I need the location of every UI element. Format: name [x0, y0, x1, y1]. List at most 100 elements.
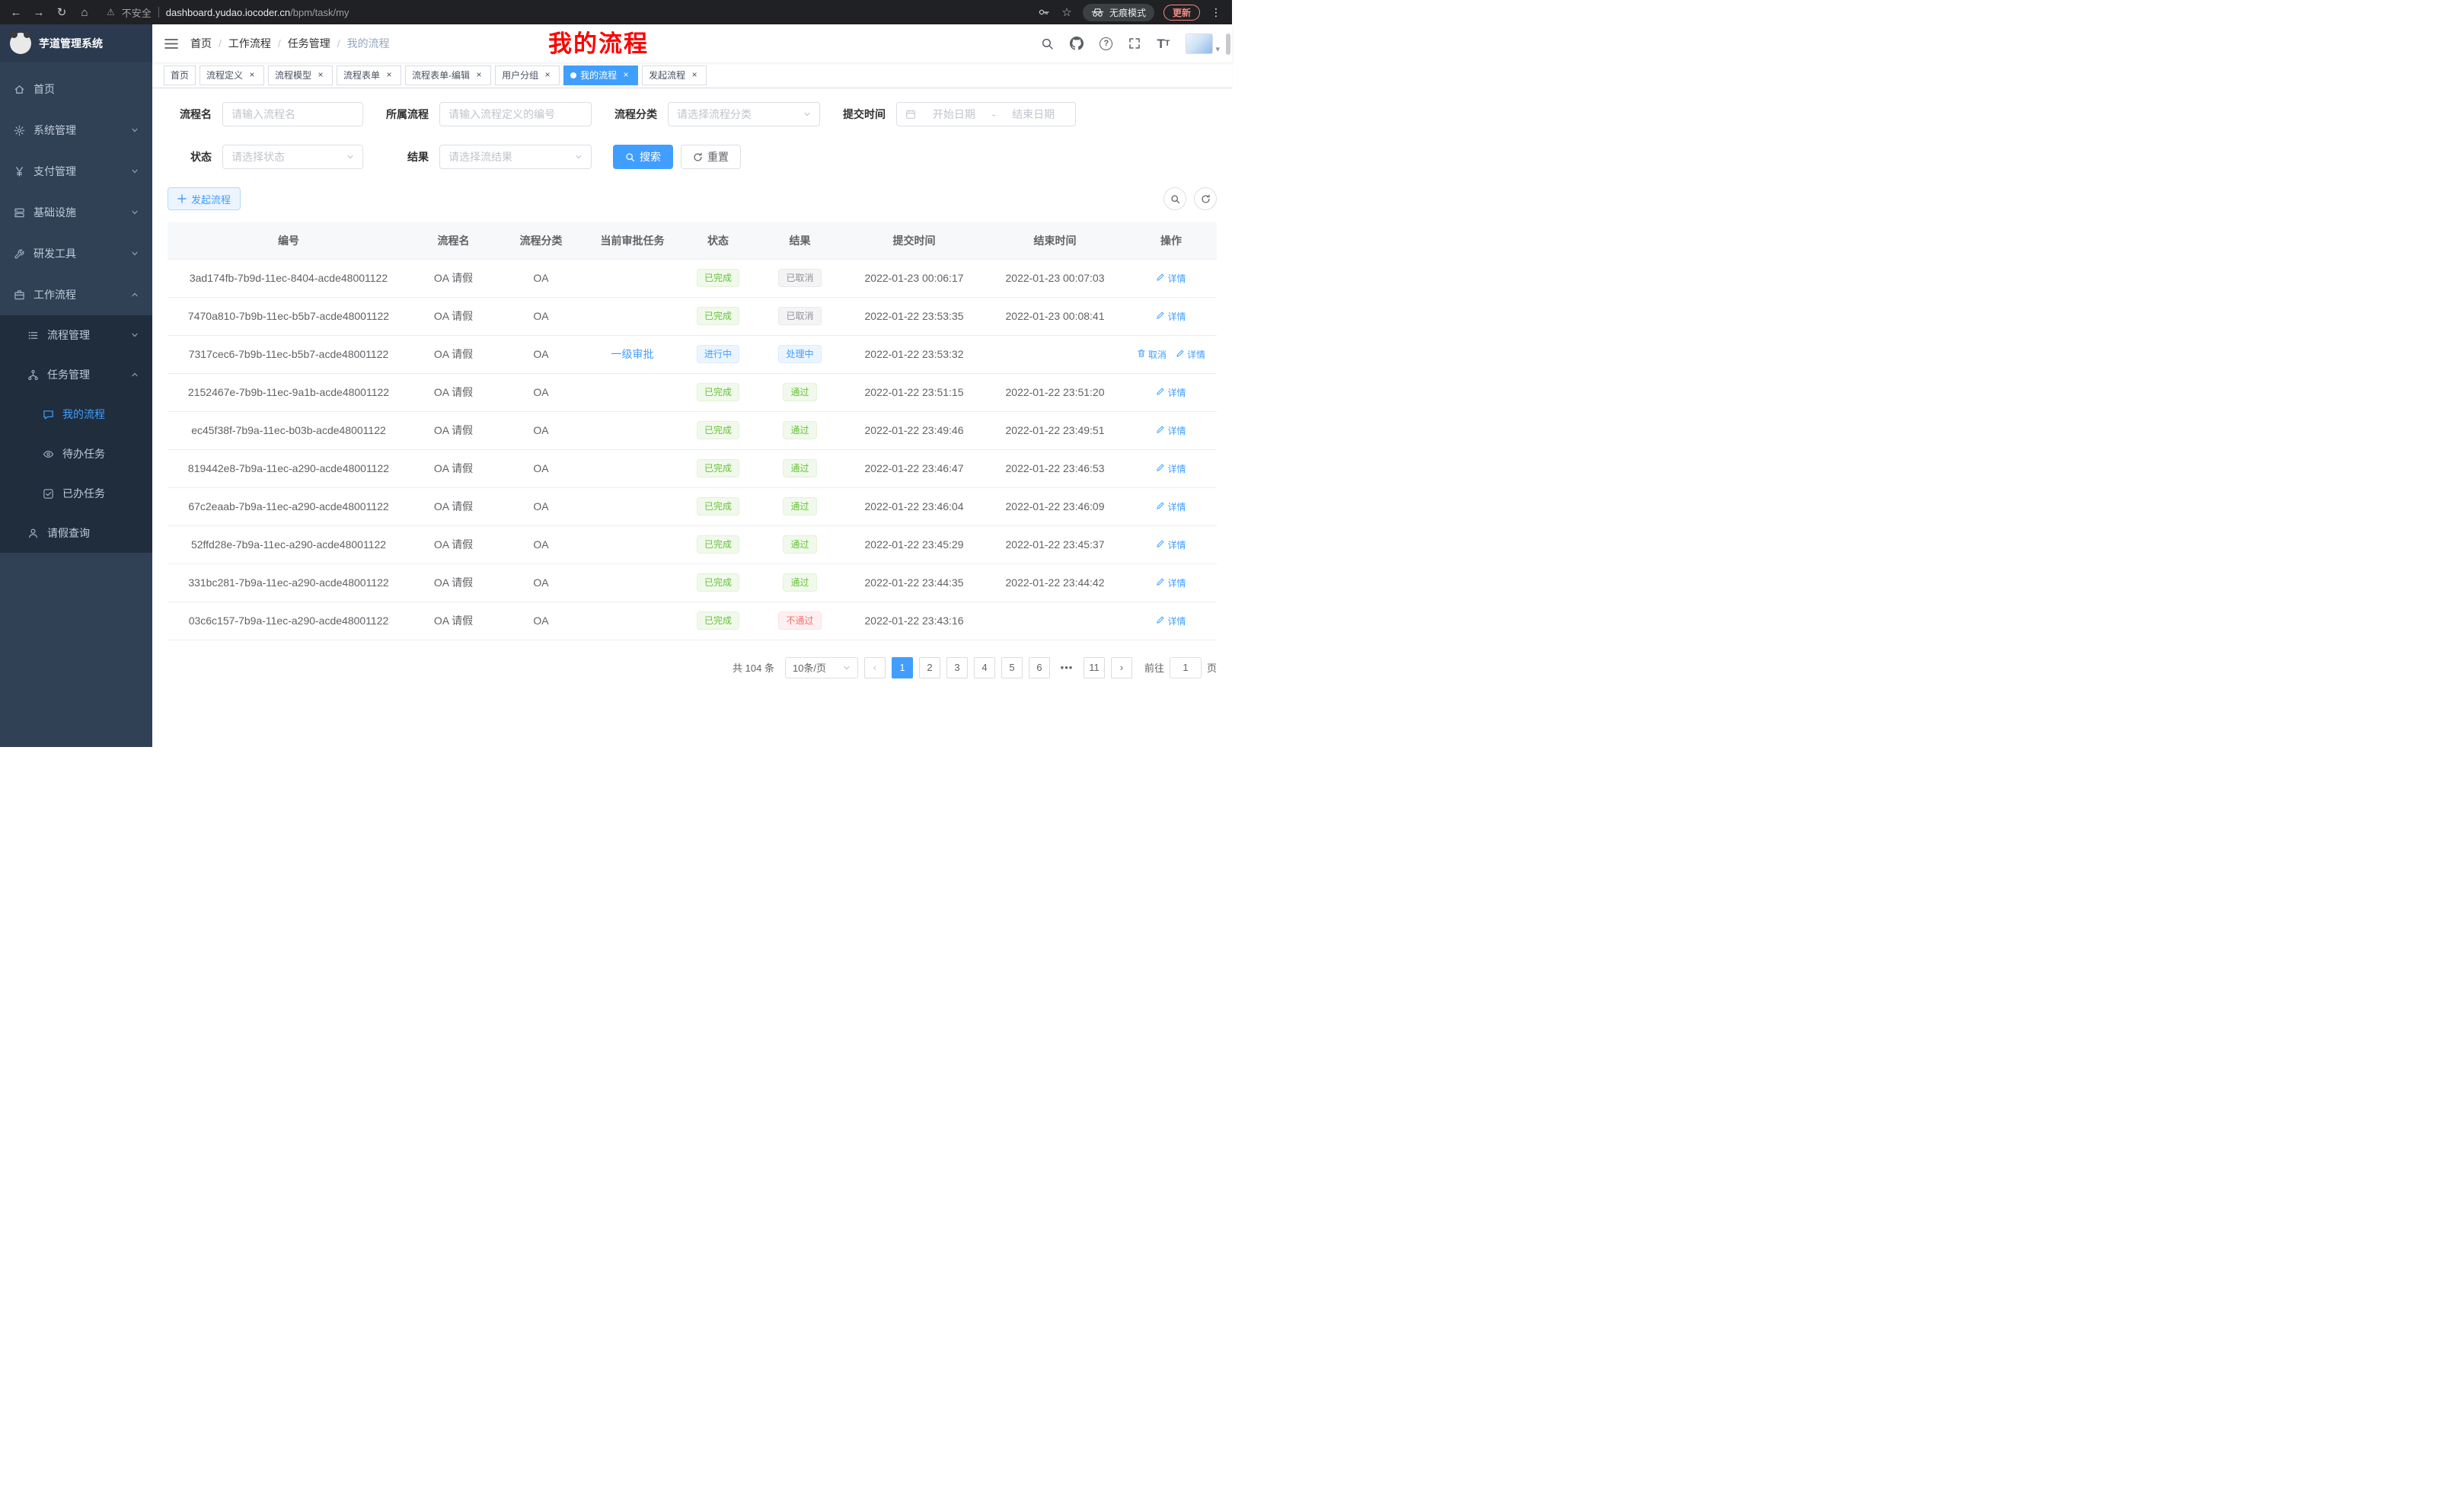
cell-process-name: OA 请假: [410, 297, 497, 335]
tab-3[interactable]: 流程表单 ×: [337, 65, 401, 85]
forward-icon[interactable]: →: [32, 6, 46, 19]
breadcrumb-item-2[interactable]: 任务管理: [288, 36, 330, 51]
sidebar-item-infra[interactable]: 基础设施: [0, 192, 152, 233]
next-page-button[interactable]: ›: [1111, 657, 1132, 678]
detail-link[interactable]: 详情: [1156, 386, 1186, 399]
sidebar-item-done-tasks[interactable]: 已办任务: [0, 474, 152, 513]
page-button-11[interactable]: 11: [1084, 657, 1105, 678]
process-name-input[interactable]: [231, 108, 354, 120]
cell-id: 331bc281-7b9a-11ec-a290-acde48001122: [168, 563, 410, 602]
close-icon[interactable]: ×: [474, 70, 484, 81]
close-icon[interactable]: ×: [384, 70, 394, 81]
cell-result: 已取消: [756, 297, 844, 335]
close-icon[interactable]: ×: [621, 70, 631, 81]
sidebar-item-payment[interactable]: 支付管理: [0, 151, 152, 192]
detail-link[interactable]: 详情: [1156, 462, 1186, 475]
fullscreen-icon[interactable]: [1128, 37, 1141, 49]
update-button[interactable]: 更新: [1163, 5, 1200, 21]
tab-5[interactable]: 用户分组 ×: [495, 65, 560, 85]
cell-submit-time: 2022-01-22 23:46:47: [844, 449, 985, 487]
create-process-button[interactable]: 发起流程: [168, 187, 241, 210]
breadcrumb-item-1[interactable]: 工作流程: [228, 36, 271, 51]
user-avatar[interactable]: ▾: [1186, 34, 1220, 54]
close-icon[interactable]: ×: [689, 70, 700, 81]
table-row-9: 03c6c157-7b9a-11ec-a290-acde48001122OA 请…: [168, 602, 1217, 640]
result-select[interactable]: 请选择流结果: [439, 145, 592, 169]
logo[interactable]: 芋道管理系统: [0, 24, 152, 62]
sidebar-item-workflow[interactable]: 工作流程: [0, 274, 152, 315]
page-button-4[interactable]: 4: [974, 657, 995, 678]
goto-page-input[interactable]: [1170, 657, 1202, 678]
detail-link[interactable]: 详情: [1156, 424, 1186, 437]
detail-link[interactable]: 详情: [1156, 272, 1186, 285]
cell-current-task: 一级审批: [585, 335, 680, 373]
page-button-5[interactable]: 5: [1001, 657, 1023, 678]
sidebar-item-todo-tasks[interactable]: 待办任务: [0, 434, 152, 474]
column-header: 提交时间: [844, 222, 985, 259]
sidebar-item-task-mgmt[interactable]: 任务管理: [0, 355, 152, 394]
sidebar-item-home[interactable]: 首页: [0, 69, 152, 110]
refresh-table-button[interactable]: [1194, 187, 1217, 210]
detail-link[interactable]: 详情: [1156, 615, 1186, 627]
back-icon[interactable]: ←: [9, 6, 23, 19]
filter-label-submit-time: 提交时间: [837, 107, 886, 122]
tab-1[interactable]: 流程定义 ×: [199, 65, 264, 85]
cancel-link[interactable]: 取消: [1137, 348, 1167, 361]
tab-2[interactable]: 流程模型 ×: [268, 65, 333, 85]
task-link[interactable]: 一级审批: [611, 348, 654, 360]
sidebar-item-my-process[interactable]: 我的流程: [0, 394, 152, 434]
category-select[interactable]: 请选择流程分类: [668, 102, 820, 126]
cell-submit-time: 2022-01-22 23:45:29: [844, 525, 985, 563]
sidebar-item-leave-query[interactable]: 请假查询: [0, 513, 152, 553]
tab-6[interactable]: 我的流程 ×: [563, 65, 638, 85]
reset-button[interactable]: 重置: [681, 145, 741, 169]
search-icon[interactable]: [1041, 37, 1054, 50]
prev-page-button[interactable]: ‹: [864, 657, 886, 678]
address-bar[interactable]: ⚠ 不安全 dashboard.yudao.iocoder.cn/bpm/tas…: [101, 2, 1028, 22]
detail-link[interactable]: 详情: [1156, 576, 1186, 589]
hamburger-icon[interactable]: [164, 38, 178, 49]
cell-submit-time: 2022-01-22 23:46:04: [844, 487, 985, 525]
scrollbar-thumb[interactable]: [1226, 34, 1230, 55]
url-text[interactable]: dashboard.yudao.iocoder.cn/bpm/task/my: [166, 7, 349, 18]
close-icon[interactable]: ×: [315, 70, 326, 81]
detail-link[interactable]: 详情: [1156, 310, 1186, 323]
key-icon[interactable]: [1037, 6, 1051, 18]
sidebar-item-system[interactable]: 系统管理: [0, 110, 152, 151]
bookmark-star-icon[interactable]: ☆: [1060, 5, 1074, 19]
url-path: /bpm/task/my: [290, 7, 349, 18]
parent-process-input[interactable]: [448, 108, 582, 120]
page-button-6[interactable]: 6: [1029, 657, 1050, 678]
cell-category: OA: [497, 259, 585, 297]
detail-link[interactable]: 详情: [1156, 538, 1186, 551]
sidebar-item-process-mgmt[interactable]: 流程管理: [0, 315, 152, 355]
close-icon[interactable]: ×: [542, 70, 553, 81]
detail-link[interactable]: 详情: [1176, 348, 1205, 361]
toggle-search-button[interactable]: [1163, 187, 1186, 210]
font-size-icon[interactable]: TT: [1157, 37, 1170, 50]
security-label[interactable]: 不安全: [122, 5, 152, 20]
sidebar-item-devtools[interactable]: 研发工具: [0, 233, 152, 274]
detail-link[interactable]: 详情: [1156, 500, 1186, 513]
page-ellipsis[interactable]: •••: [1056, 657, 1077, 678]
tab-0[interactable]: 首页: [164, 65, 196, 85]
page-size-select[interactable]: 10条/页: [785, 657, 858, 678]
page-button-3[interactable]: 3: [946, 657, 968, 678]
search-button[interactable]: 搜索: [613, 145, 673, 169]
page-button-1[interactable]: 1: [892, 657, 913, 678]
kebab-menu-icon[interactable]: ⋮: [1209, 6, 1223, 19]
browser-home-icon[interactable]: ⌂: [78, 6, 91, 19]
cell-process-name: OA 请假: [410, 259, 497, 297]
help-icon[interactable]: ?: [1100, 37, 1112, 50]
tab-4[interactable]: 流程表单-编辑 ×: [405, 65, 491, 85]
github-icon[interactable]: [1070, 37, 1084, 50]
close-icon[interactable]: ×: [247, 70, 257, 81]
status-select[interactable]: 请选择状态: [222, 145, 363, 169]
reload-icon[interactable]: ↻: [55, 5, 69, 19]
breadcrumb-item-0[interactable]: 首页: [190, 36, 212, 51]
page-button-2[interactable]: 2: [919, 657, 940, 678]
status-tag: 已完成: [697, 307, 739, 325]
tab-7[interactable]: 发起流程 ×: [642, 65, 707, 85]
result-tag: 通过: [783, 459, 816, 477]
submit-time-range-picker[interactable]: 开始日期 - 结束日期: [896, 102, 1076, 126]
